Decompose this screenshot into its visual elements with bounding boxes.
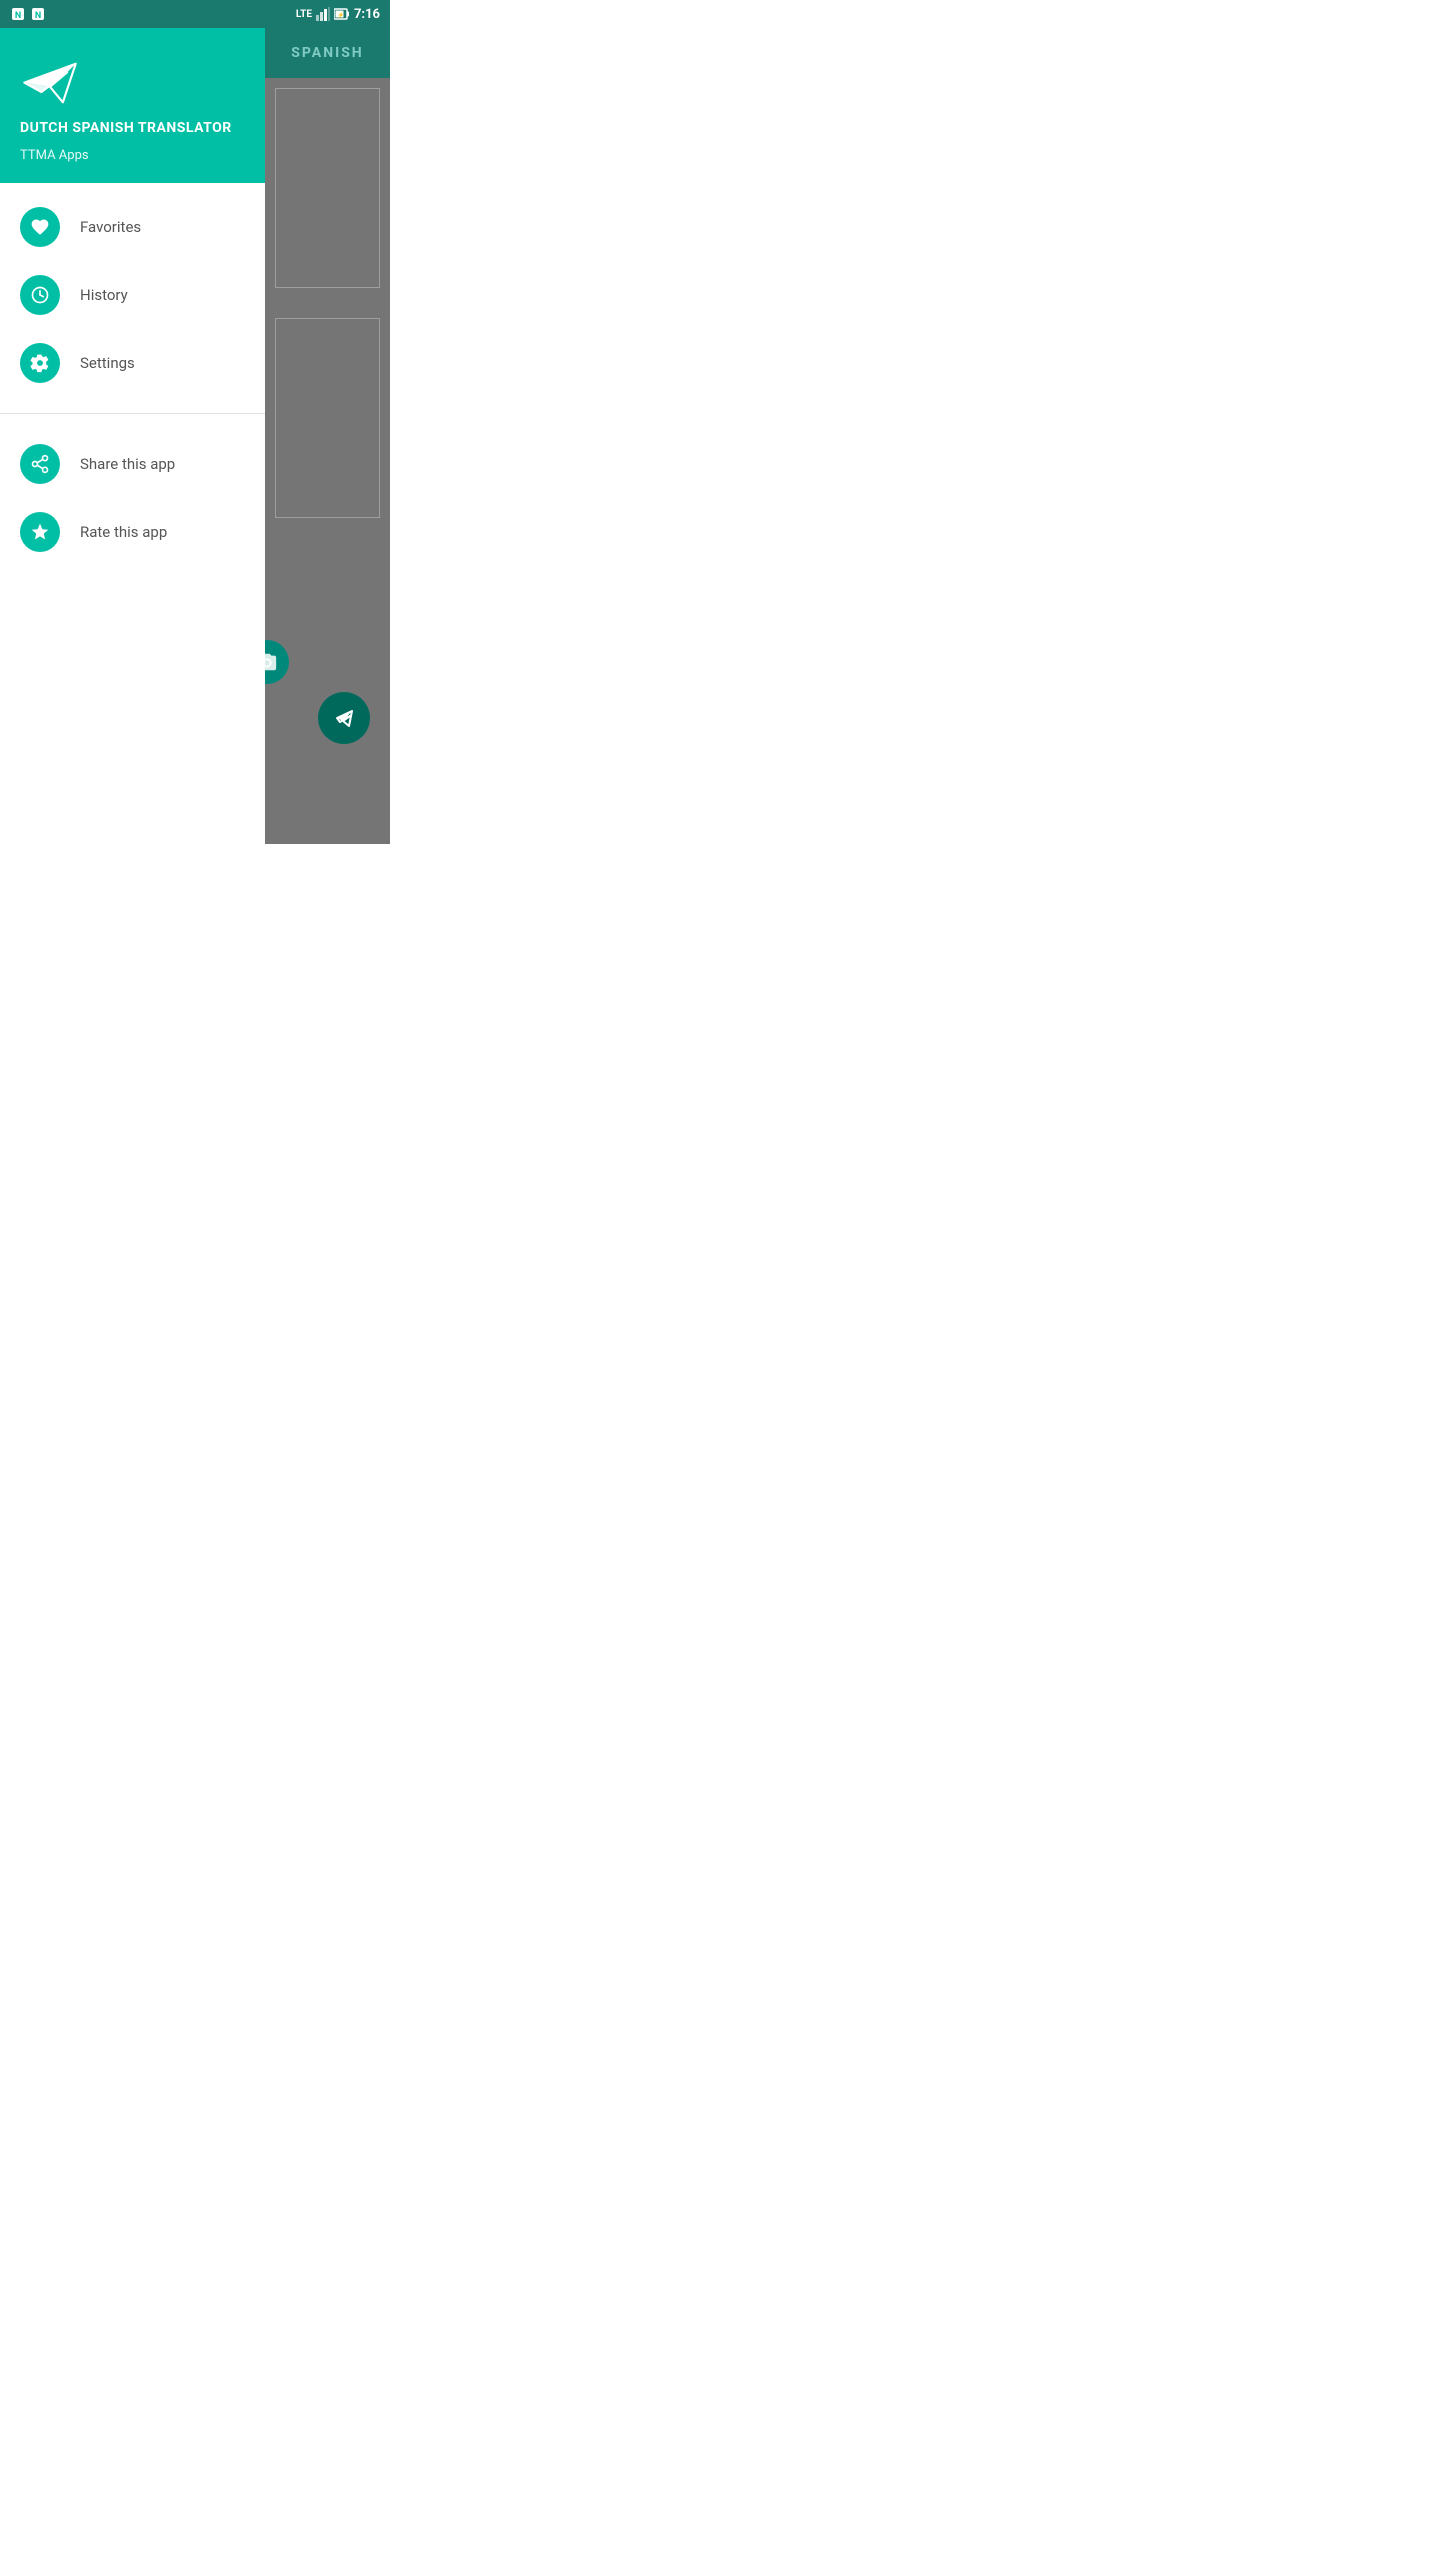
settings-icon-circle <box>20 343 60 383</box>
status-right: LTE ⚡ 7:16 <box>296 7 380 22</box>
history-label: History <box>80 286 128 304</box>
favorites-label: Favorites <box>80 218 141 236</box>
rate-icon-circle <box>20 512 60 552</box>
svg-text:N: N <box>35 11 41 21</box>
svg-text:⚡: ⚡ <box>337 11 344 19</box>
settings-label: Settings <box>80 354 135 372</box>
star-icon <box>30 522 50 542</box>
sidebar-item-rate[interactable]: Rate this app <box>0 498 265 566</box>
share-icon-circle <box>20 444 60 484</box>
target-language-header: SPANISH <box>265 28 390 78</box>
send-icon <box>332 706 356 730</box>
clock-icon <box>30 285 50 305</box>
gear-icon <box>30 353 50 373</box>
source-text-area <box>275 88 380 288</box>
notification-icon-2: N <box>30 6 46 22</box>
app-title: DUTCH SPANISH TRANSLATOR <box>20 120 245 136</box>
primary-nav: Favorites History <box>0 183 265 407</box>
navigation-drawer: DUTCH SPANISH TRANSLATOR TTMA Apps Favor… <box>0 28 265 844</box>
rate-label: Rate this app <box>80 523 167 541</box>
app-subtitle: TTMA Apps <box>20 148 245 163</box>
share-icon <box>30 454 50 474</box>
status-bar: N N LTE ⚡ 7:16 <box>0 0 390 28</box>
drawer-header: DUTCH SPANISH TRANSLATOR TTMA Apps <box>0 28 265 183</box>
nav-divider <box>0 413 265 414</box>
translate-button[interactable] <box>318 692 370 744</box>
notification-icons: N N <box>10 6 46 22</box>
sidebar-item-share[interactable]: Share this app <box>0 430 265 498</box>
history-icon-circle <box>20 275 60 315</box>
sidebar-item-favorites[interactable]: Favorites <box>0 193 265 261</box>
favorites-icon-circle <box>20 207 60 247</box>
main-layout: DUTCH SPANISH TRANSLATOR TTMA Apps Favor… <box>0 28 390 844</box>
translation-area <box>265 78 390 844</box>
battery-icon: ⚡ <box>334 7 350 21</box>
signal-icon <box>316 7 330 21</box>
target-language-label: SPANISH <box>291 45 363 61</box>
lte-indicator: LTE <box>296 9 312 20</box>
svg-text:N: N <box>15 11 21 21</box>
time-display: 7:16 <box>354 7 380 22</box>
sidebar-item-settings[interactable]: Settings <box>0 329 265 397</box>
secondary-nav: Share this app Rate this app <box>0 420 265 576</box>
target-text-area <box>275 318 380 518</box>
notification-icon-1: N <box>10 6 26 22</box>
app-logo <box>20 58 80 108</box>
heart-icon <box>30 217 50 237</box>
share-label: Share this app <box>80 455 175 473</box>
sidebar-item-history[interactable]: History <box>0 261 265 329</box>
main-content-panel: SPANISH <box>265 28 390 844</box>
